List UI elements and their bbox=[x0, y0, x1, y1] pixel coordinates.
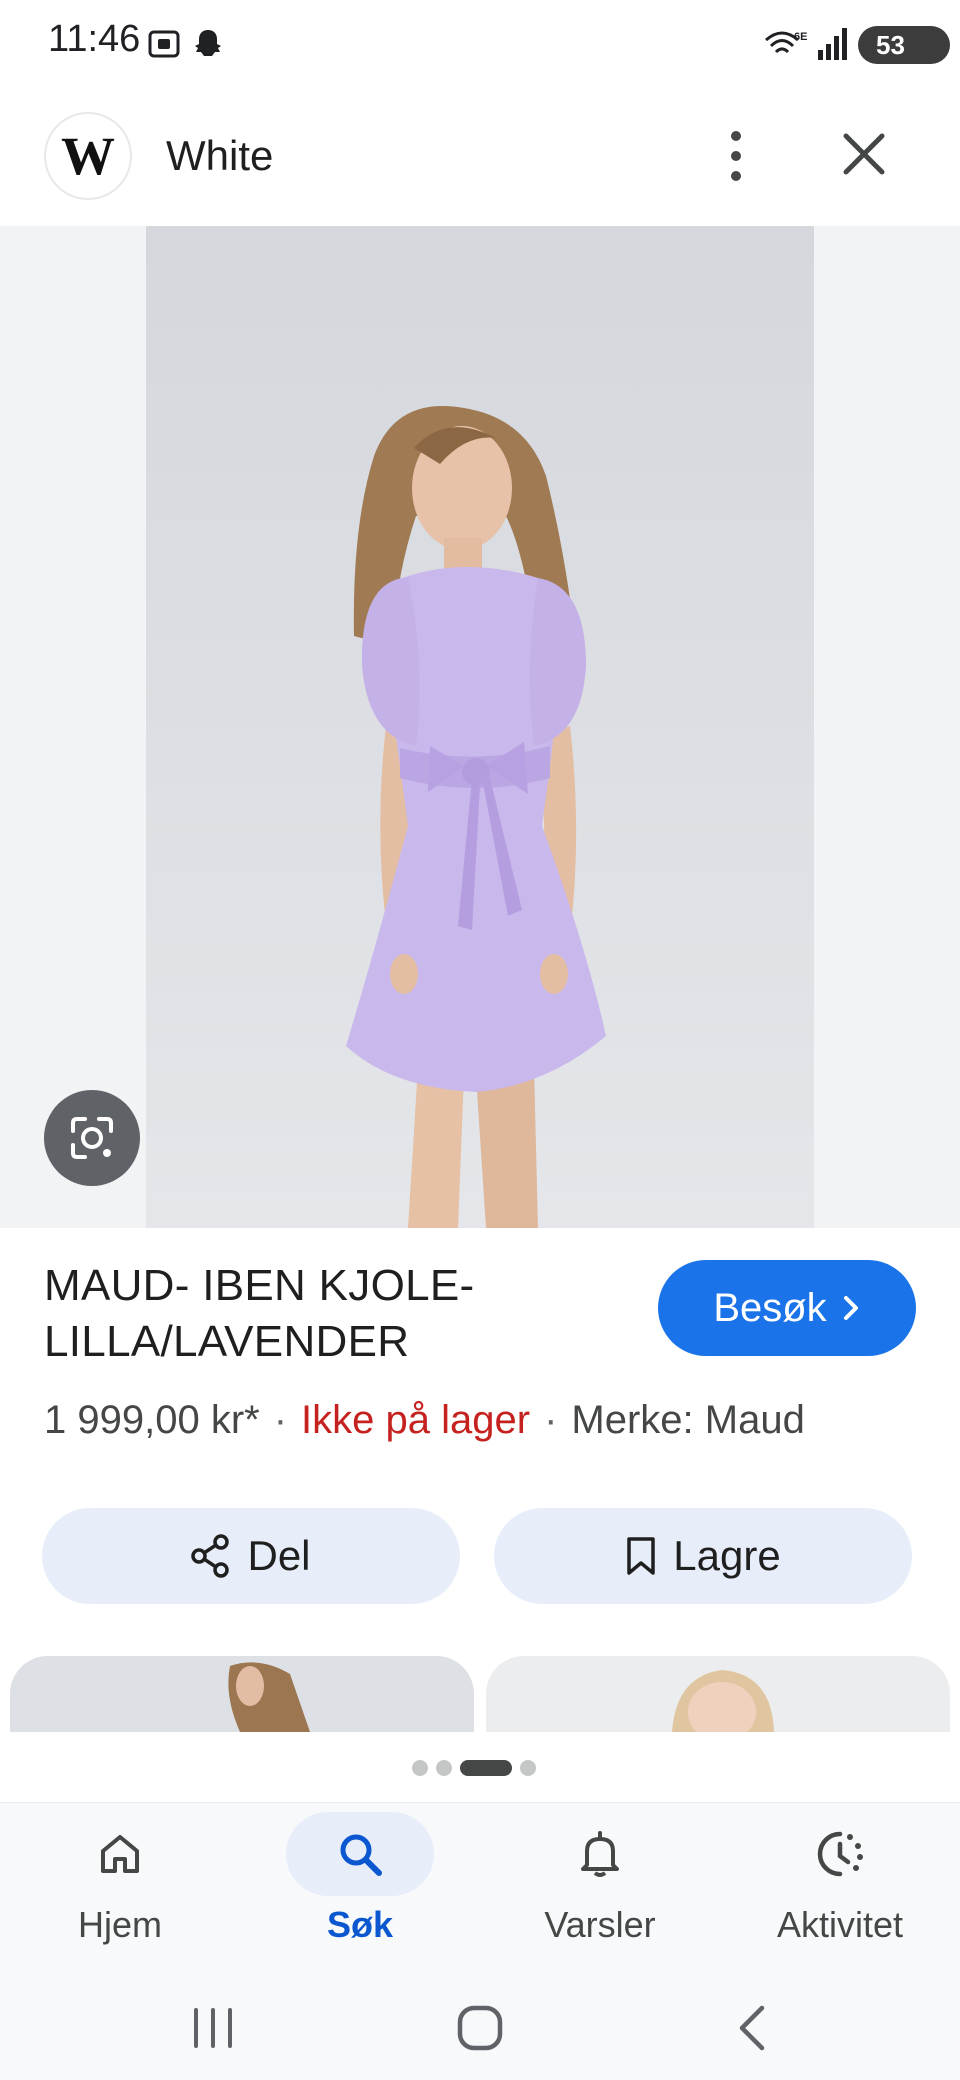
back-icon[interactable] bbox=[734, 2002, 770, 2054]
related-image-1[interactable] bbox=[10, 1656, 474, 1732]
more-options-icon[interactable] bbox=[716, 126, 756, 186]
nav-activity-pill bbox=[766, 1812, 914, 1896]
battery-indicator: 53 bbox=[858, 26, 950, 64]
pager-dot bbox=[520, 1760, 536, 1776]
save-button-label: Lagre bbox=[673, 1532, 781, 1579]
share-button-label: Del bbox=[247, 1532, 311, 1579]
nav-activity[interactable]: Aktivitet bbox=[720, 1808, 960, 1978]
nav-search[interactable]: Søk bbox=[240, 1808, 480, 1978]
svg-text:6E: 6E bbox=[794, 31, 807, 43]
system-navigation-bar bbox=[0, 1980, 960, 2080]
related-image-illustration bbox=[10, 1656, 474, 1732]
nav-search-pill bbox=[286, 1812, 434, 1896]
nav-activity-label: Aktivitet bbox=[776, 1904, 904, 1945]
pager-dot-active bbox=[460, 1760, 512, 1776]
pager-dot bbox=[412, 1760, 428, 1776]
screenshot-icon bbox=[148, 30, 180, 58]
nav-home[interactable]: Hjem bbox=[0, 1808, 240, 1978]
product-title[interactable]: MAUD- IBEN KJOLE- LILLA/LAVENDER bbox=[44, 1258, 604, 1370]
related-image-2[interactable] bbox=[486, 1656, 950, 1732]
nav-home-pill bbox=[46, 1812, 194, 1896]
visit-button[interactable]: Besøk bbox=[658, 1260, 916, 1356]
bell-icon bbox=[581, 1831, 619, 1877]
site-logo[interactable]: W bbox=[44, 112, 132, 200]
status-bar: 11:46 6E 53 bbox=[0, 0, 960, 92]
product-brand: Merke: Maud bbox=[571, 1398, 805, 1442]
pager-dot bbox=[436, 1760, 452, 1776]
activity-icon bbox=[817, 1831, 863, 1877]
google-lens-button[interactable] bbox=[44, 1090, 140, 1186]
recent-apps-icon[interactable] bbox=[190, 2004, 236, 2052]
product-photo-illustration bbox=[146, 226, 814, 1228]
close-icon[interactable] bbox=[836, 126, 892, 182]
stock-status: Ikke på lager bbox=[301, 1398, 531, 1442]
related-image-illustration bbox=[486, 1656, 950, 1732]
visit-button-label: Besøk bbox=[713, 1285, 827, 1330]
nav-notifications-pill bbox=[526, 1812, 674, 1896]
home-button-icon[interactable] bbox=[456, 2002, 504, 2054]
site-title[interactable]: White bbox=[166, 132, 273, 180]
search-icon bbox=[340, 1834, 382, 1876]
lens-icon bbox=[71, 1117, 113, 1159]
nav-notifications-label: Varsler bbox=[544, 1904, 656, 1945]
separator: · bbox=[544, 1398, 558, 1442]
chevron-right-icon bbox=[843, 1296, 858, 1320]
product-price: 1 999,00 kr* bbox=[44, 1398, 260, 1442]
nav-notifications[interactable]: Varsler bbox=[480, 1808, 720, 1978]
separator: · bbox=[273, 1398, 288, 1442]
share-button[interactable]: Del bbox=[42, 1508, 460, 1604]
snapchat-icon bbox=[195, 30, 221, 56]
product-image[interactable] bbox=[146, 226, 814, 1228]
nav-search-label: Søk bbox=[326, 1904, 394, 1945]
status-time: 11:46 bbox=[48, 18, 141, 60]
signal-icon bbox=[818, 28, 847, 60]
carousel-pager bbox=[412, 1760, 536, 1776]
wifi-6e-icon: 6E bbox=[765, 31, 807, 54]
save-button[interactable]: Lagre bbox=[494, 1508, 912, 1604]
bookmark-icon bbox=[627, 1537, 656, 1575]
share-icon bbox=[191, 1534, 230, 1578]
home-icon bbox=[101, 1835, 139, 1873]
nav-home-label: Hjem bbox=[77, 1904, 162, 1945]
product-meta: 1 999,00 kr* · Ikke på lager · Merke: Maud bbox=[44, 1398, 805, 1443]
